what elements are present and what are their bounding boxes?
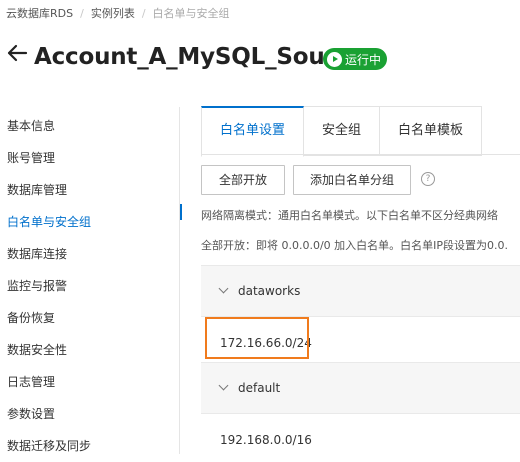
sidebar-item-backup-restore[interactable]: 备份恢复	[0, 302, 178, 334]
network-mode-notice: 网络隔离模式：通用白名单模式。以下白名单不区分经典网络	[201, 209, 498, 222]
chevron-down-icon	[218, 380, 229, 391]
add-whitelist-group-button[interactable]: 添加白名单分组	[293, 165, 411, 195]
tab-bar: 白名单设置 安全组 白名单模板	[201, 106, 483, 157]
tab-security-group[interactable]: 安全组	[304, 106, 381, 156]
chevron-down-icon	[218, 283, 229, 294]
back-arrow-icon[interactable]	[6, 42, 28, 64]
highlight-box	[205, 317, 309, 359]
help-icon[interactable]: ?	[421, 172, 435, 186]
play-icon	[327, 51, 342, 67]
whitelist-group-name: default	[238, 381, 281, 395]
sidebar-menu: 基本信息 账号管理 数据库管理 白名单与安全组 数据库连接 监控与报警 备份恢复…	[0, 110, 178, 462]
breadcrumb-instance-list[interactable]: 实例列表	[91, 5, 135, 21]
sidebar-divider	[179, 107, 180, 454]
sidebar-item-migration-sync[interactable]: 数据迁移及同步	[0, 430, 178, 462]
sidebar-item-parameters[interactable]: 参数设置	[0, 398, 178, 430]
sidebar-item-logs[interactable]: 日志管理	[0, 366, 178, 398]
status-label: 运行中	[345, 52, 382, 67]
tab-whitelist-template[interactable]: 白名单模板	[380, 106, 483, 156]
tab-whitelist-settings[interactable]: 白名单设置	[201, 106, 305, 157]
whitelist-group-header[interactable]: dataworks	[201, 265, 520, 317]
breadcrumb-separator: /	[80, 6, 84, 20]
whitelist-ip-entry: 192.168.0.0/16	[220, 433, 312, 447]
sidebar-item-db-connection[interactable]: 数据库连接	[0, 238, 178, 270]
sidebar-item-data-security[interactable]: 数据安全性	[0, 334, 178, 366]
sidebar-item-monitoring-alarms[interactable]: 监控与报警	[0, 270, 178, 302]
breadcrumb-current: 白名单与安全组	[152, 7, 230, 20]
status-badge: 运行中	[323, 48, 388, 70]
whitelist-group-name: dataworks	[238, 284, 301, 298]
sidebar-item-basic-info[interactable]: 基本信息	[0, 110, 178, 142]
open-all-notice: 全部开放：即将 0.0.0.0/0 加入白名单。白名单IP段设置为0.0.	[201, 239, 509, 252]
sidebar-item-whitelist-security-group[interactable]: 白名单与安全组	[0, 206, 178, 238]
breadcrumb-rds[interactable]: 云数据库RDS	[6, 5, 73, 21]
breadcrumb-separator: /	[141, 6, 146, 20]
breadcrumb: 云数据库RDS / 实例列表 / 白名单与安全组	[6, 5, 230, 21]
page-title: Account_A_MySQL_Source	[34, 44, 365, 70]
tabs-underline	[201, 154, 520, 155]
sidebar-item-databases[interactable]: 数据库管理	[0, 174, 178, 206]
open-all-button[interactable]: 全部开放	[201, 165, 285, 195]
sidebar-item-accounts[interactable]: 账号管理	[0, 142, 178, 174]
notice-indicator	[180, 204, 182, 220]
whitelist-group-header[interactable]: default	[201, 362, 520, 414]
